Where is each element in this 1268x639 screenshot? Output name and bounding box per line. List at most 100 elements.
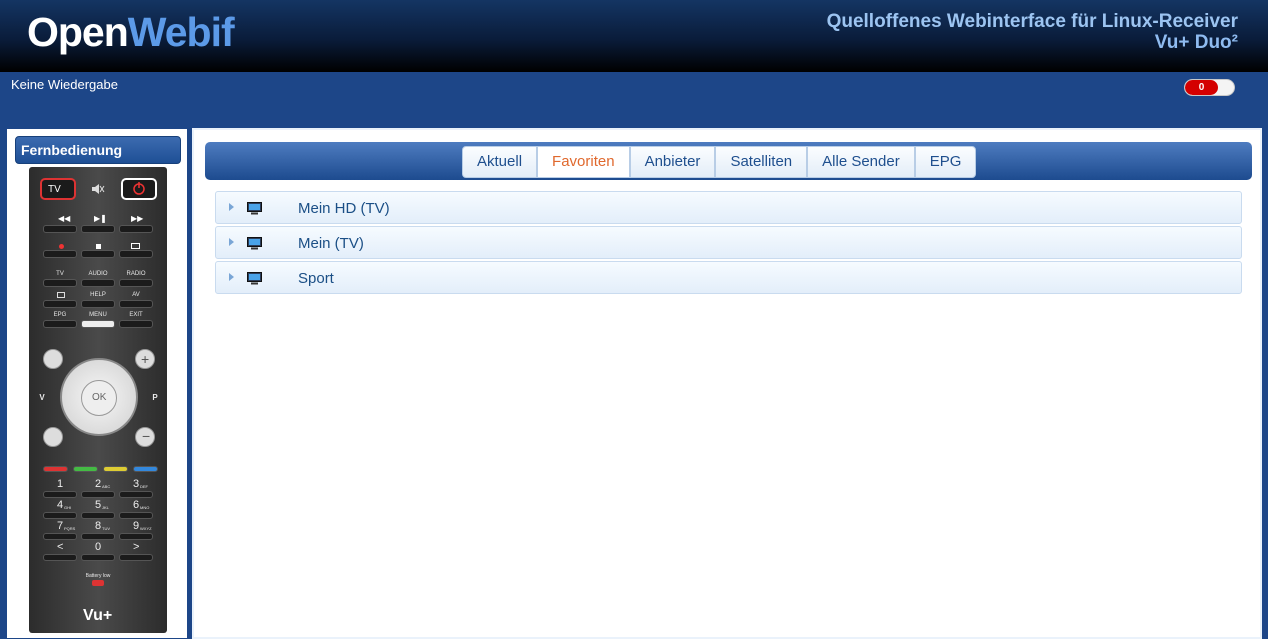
number-button[interactable]: [119, 491, 153, 498]
forward-button[interactable]: [119, 225, 153, 233]
number-button[interactable]: [43, 491, 77, 498]
number-label: 1: [57, 478, 64, 490]
rewind-button[interactable]: [43, 225, 77, 233]
epg-button-label: EPG: [53, 312, 67, 318]
remote-control: TV ◀◀ ▶❚ ▶▶ TV AUDIO RADIO HELP AV EPG M…: [29, 167, 167, 633]
number-subletters: ABC: [102, 484, 111, 489]
number-label: 6: [133, 499, 140, 511]
red-button[interactable]: [43, 466, 68, 472]
number-label: 2: [95, 478, 102, 490]
number-label: 8: [95, 520, 102, 532]
battery-led: [92, 580, 104, 586]
number-subletters: PQRS: [64, 526, 76, 531]
power-button[interactable]: [121, 178, 157, 200]
play-pause-button[interactable]: [81, 225, 115, 233]
mute-icon: [92, 184, 105, 194]
stop-button[interactable]: [81, 250, 115, 258]
tv-icon: [247, 272, 262, 285]
remote-title: Fernbedienung: [15, 136, 181, 164]
green-button[interactable]: [73, 466, 98, 472]
help-button-label: HELP: [90, 292, 106, 298]
number-button[interactable]: [43, 512, 77, 519]
expand-arrow-icon[interactable]: [229, 238, 234, 246]
exit-button[interactable]: [119, 320, 153, 328]
logo-open: Open: [27, 9, 129, 55]
number-label: >: [133, 541, 140, 553]
number-button[interactable]: [119, 512, 153, 519]
ok-button[interactable]: OK: [81, 380, 117, 416]
expand-arrow-icon[interactable]: [229, 203, 234, 211]
channel-down-button[interactable]: −: [135, 427, 155, 447]
volume-down-button[interactable]: [43, 427, 63, 447]
number-label: 5: [95, 499, 102, 511]
bouquet-item[interactable]: Mein (TV): [215, 226, 1242, 259]
record-button[interactable]: [43, 250, 77, 258]
vu-logo: Vu+: [83, 607, 113, 624]
tv-button[interactable]: [43, 279, 77, 287]
number-button[interactable]: [119, 533, 153, 540]
menu-button[interactable]: [81, 320, 115, 328]
number-subletters: DEF: [140, 484, 148, 489]
text-button[interactable]: [119, 250, 153, 258]
tab-anbieter[interactable]: Anbieter: [629, 146, 716, 178]
tab-bar: Aktuell Favoriten Anbieter Satelliten Alle S…: [205, 142, 1252, 180]
tab-aktuell[interactable]: Aktuell: [462, 146, 538, 178]
tv-icon: [247, 202, 262, 215]
bouquet-name: Mein (TV): [298, 235, 364, 252]
audio-button[interactable]: [81, 279, 115, 287]
av-button[interactable]: [119, 300, 153, 308]
number-label: 9: [133, 520, 140, 532]
number-button[interactable]: [81, 491, 115, 498]
ok-label: OK: [92, 392, 107, 403]
number-button[interactable]: [43, 533, 77, 540]
play-pause-icon: ▶❚: [94, 214, 107, 223]
tv-label: TV: [48, 184, 61, 195]
epg-button[interactable]: [43, 320, 77, 328]
battery-label: Battery low: [85, 573, 111, 579]
radio-button[interactable]: [119, 279, 153, 287]
tab-epg[interactable]: EPG: [914, 146, 977, 178]
logo[interactable]: OpenWebif: [27, 8, 235, 56]
forward-icon: ▶▶: [131, 214, 144, 223]
number-label: 4: [57, 499, 64, 511]
bouquet-name: Mein HD (TV): [298, 200, 390, 217]
number-subletters: WXYZ: [140, 526, 152, 531]
tagline-text: Quelloffenes Webinterface für Linux-Rece…: [826, 11, 1238, 32]
record-icon: [59, 244, 64, 249]
main-panel: Aktuell Favoriten Anbieter Satelliten Alle S…: [192, 128, 1262, 639]
bouquet-item[interactable]: Mein HD (TV): [215, 191, 1242, 224]
subtitle-icon: [57, 292, 65, 298]
number-label: 0: [95, 541, 102, 553]
tab-favoriten[interactable]: Favoriten: [537, 146, 630, 178]
volume-up-button[interactable]: [43, 349, 63, 369]
subtitle-button[interactable]: [43, 300, 77, 308]
tagline: Quelloffenes Webinterface für Linux-Rece…: [827, 11, 1238, 53]
tab-satelliten[interactable]: Satelliten: [715, 146, 808, 178]
mute-button[interactable]: [89, 181, 105, 197]
exit-button-label: EXIT: [129, 312, 143, 318]
tv-power-button[interactable]: TV: [40, 178, 76, 200]
bouquet-item[interactable]: Sport: [215, 261, 1242, 294]
tv-button-label: TV: [56, 271, 64, 277]
tab-alle-sender[interactable]: Alle Sender: [807, 146, 915, 178]
volume-label: V: [39, 393, 45, 402]
plus-icon: +: [141, 351, 150, 367]
expand-arrow-icon[interactable]: [229, 273, 234, 281]
number-button[interactable]: [81, 554, 115, 561]
channel-up-button[interactable]: +: [135, 349, 155, 369]
number-button[interactable]: [81, 533, 115, 540]
radio-button-label: RADIO: [126, 271, 146, 277]
program-label: P: [152, 393, 158, 402]
number-button[interactable]: [43, 554, 77, 561]
help-button[interactable]: [81, 300, 115, 308]
header: OpenWebif Quelloffenes Webinterface für …: [0, 0, 1268, 72]
number-button[interactable]: [119, 554, 153, 561]
number-button[interactable]: [81, 512, 115, 519]
tabs: Aktuell Favoriten Anbieter Satelliten Alle S…: [462, 146, 977, 178]
number-subletters: JKL: [102, 505, 109, 510]
logo-webif: Webif: [127, 9, 235, 55]
power-toggle[interactable]: 0: [1184, 79, 1235, 96]
blue-button[interactable]: [133, 466, 158, 472]
yellow-button[interactable]: [103, 466, 128, 472]
number-subletters: GHI: [64, 505, 72, 510]
